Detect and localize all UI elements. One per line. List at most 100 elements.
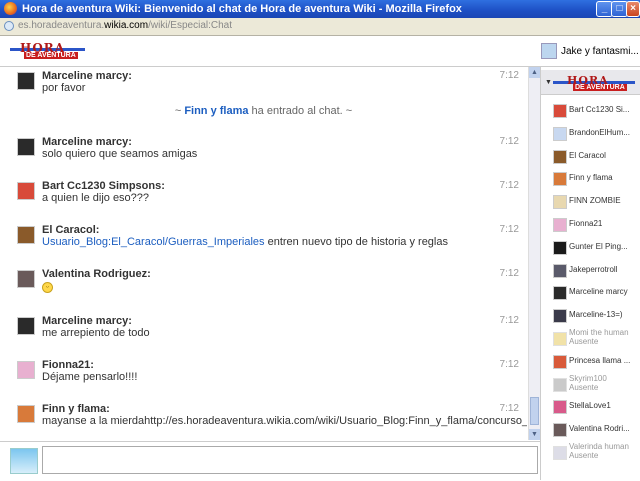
user-name: Valentina Rodri... bbox=[569, 424, 630, 434]
user-avatar[interactable] bbox=[17, 182, 35, 200]
wiki-logo[interactable]: HORA DE AVENTURA bbox=[10, 41, 85, 61]
message-user[interactable]: Marceline marcy: bbox=[42, 136, 132, 148]
blog-link[interactable]: Usuario_Blog:El_Caracol/Guerras_Imperial… bbox=[42, 236, 265, 248]
message-text: mayanse a la mierdahttp://es.horadeavent… bbox=[42, 415, 527, 427]
user-list-header[interactable]: ▼ HORA DE AVENTURA bbox=[541, 70, 640, 95]
my-avatar bbox=[10, 448, 38, 474]
globe-icon bbox=[4, 21, 14, 31]
chat-scrollbar[interactable]: ▲ ▼ bbox=[528, 67, 540, 440]
user-avatar[interactable] bbox=[17, 317, 35, 335]
user-avatar bbox=[553, 446, 567, 460]
message-text: por favor bbox=[42, 82, 86, 94]
user-name: Marceline-13=) bbox=[569, 310, 623, 320]
user-name: El Caracol bbox=[569, 150, 606, 160]
message-time: 7:12 bbox=[499, 403, 519, 414]
room-avatar bbox=[541, 43, 557, 59]
user-status: Ausente bbox=[569, 337, 599, 346]
message-user[interactable]: Bart Cc1230 Simpsons: bbox=[42, 180, 165, 192]
chat-message: Marceline marcy: me arrepiento de todo 7… bbox=[0, 312, 527, 352]
user-status: Ausente bbox=[569, 451, 599, 460]
user-name: StellaLove1 bbox=[569, 401, 611, 411]
smiley-face-icon: ᵕ bbox=[42, 282, 53, 293]
chat-message: Bart Cc1230 Simpsons: a quien le dijo es… bbox=[0, 177, 527, 217]
message-time: 7:12 bbox=[499, 268, 519, 279]
url-bar[interactable]: es.horadeaventura.wikia.com/wiki/Especia… bbox=[0, 18, 640, 36]
user-avatar[interactable] bbox=[17, 138, 35, 156]
url-text[interactable]: es.horadeaventura.wikia.com/wiki/Especia… bbox=[18, 20, 232, 31]
user-avatar bbox=[553, 126, 567, 141]
user-avatar bbox=[553, 354, 567, 369]
room-name: Jake y fantasmi... bbox=[561, 46, 639, 57]
message-user[interactable]: Finn y flama: bbox=[42, 403, 110, 415]
logo-line2: DE AVENTURA bbox=[24, 52, 78, 59]
user-avatar[interactable] bbox=[17, 361, 35, 379]
user-avatar[interactable] bbox=[17, 226, 35, 244]
user-list-item[interactable]: Marceline-13=) bbox=[541, 305, 640, 327]
collapse-arrow-icon[interactable]: ▼ bbox=[545, 79, 552, 86]
message-time: 7:12 bbox=[499, 180, 519, 191]
user-name: Jakeperrotroll bbox=[569, 264, 618, 274]
message-user[interactable]: Fionna21: bbox=[42, 359, 94, 371]
user-list-item[interactable]: Fionna21 bbox=[541, 214, 640, 236]
user-avatar bbox=[553, 286, 567, 301]
user-name: Bart Cc1230 Si... bbox=[569, 105, 630, 114]
user-list-item[interactable]: Skyrim100 Ausente bbox=[541, 374, 640, 396]
message-user[interactable]: Marceline marcy: bbox=[42, 70, 132, 82]
user-list-item[interactable]: Finn y flama bbox=[541, 168, 640, 190]
user-name: Valerinda human bbox=[569, 442, 629, 451]
message-text: me arrepiento de todo bbox=[42, 327, 150, 339]
message-text: a quien le dijo eso??? bbox=[42, 192, 150, 204]
message-input[interactable] bbox=[42, 446, 538, 474]
scroll-up-icon[interactable]: ▲ bbox=[529, 67, 540, 78]
url-domain: wikia.com bbox=[104, 20, 149, 31]
user-avatar[interactable] bbox=[17, 405, 35, 423]
user-name: Princesa llama ... bbox=[569, 355, 631, 365]
user-avatar bbox=[553, 377, 567, 392]
user-list-item[interactable]: Gunter El Ping... bbox=[541, 237, 640, 259]
user-avatar bbox=[553, 332, 567, 346]
chat-message: Fionna21: Déjame pensarlo!!!! 7:12 bbox=[0, 356, 527, 396]
user-list-item[interactable]: Marceline marcy bbox=[541, 282, 640, 304]
chat-message: Finn y flama: mayanse a la mierdahttp://… bbox=[0, 400, 527, 440]
user-name: Marceline marcy bbox=[569, 287, 628, 297]
user-list-item[interactable]: Bart Cc1230 Si... bbox=[541, 100, 640, 122]
user-name: Momi the human bbox=[569, 328, 629, 337]
logo-line2: DE AVENTURA bbox=[573, 84, 627, 91]
user-name: Fionna21 bbox=[569, 219, 603, 228]
message-text-rest: entren nuevo tipo de historia y reglas bbox=[264, 236, 448, 248]
user-list: ▼ HORA DE AVENTURA Bart Cc1230 Si... Bran… bbox=[540, 67, 640, 480]
user-avatar[interactable] bbox=[17, 72, 35, 90]
user-list-item[interactable]: BrandonElHum... bbox=[541, 123, 640, 145]
chat-header: HORA DE AVENTURA Jake y fantasmi... bbox=[0, 36, 640, 67]
message-user[interactable]: Valentina Rodriguez: bbox=[42, 268, 151, 280]
user-list-item[interactable]: El Caracol bbox=[541, 146, 640, 168]
user-list-item[interactable]: Princesa llama ... bbox=[541, 351, 640, 373]
user-list-item[interactable]: Momi the human Ausente bbox=[541, 328, 640, 350]
user-name: Finn y flama bbox=[569, 173, 613, 183]
message-text: solo quiero que seamos amigas bbox=[42, 148, 198, 160]
message-user[interactable]: El Caracol: bbox=[42, 224, 99, 236]
user-avatar bbox=[553, 240, 567, 255]
message-input-bar bbox=[0, 441, 540, 481]
join-notice: ~ Finn y flama ha entrado al chat. ~ bbox=[0, 105, 527, 117]
message-time: 7:12 bbox=[499, 359, 519, 370]
message-user[interactable]: Marceline marcy: bbox=[42, 315, 132, 327]
message-text: Usuario_Blog:El_Caracol/Guerras_Imperial… bbox=[42, 236, 448, 248]
user-avatar[interactable] bbox=[17, 270, 35, 288]
user-list-item[interactable]: Valerinda human Ausente bbox=[541, 442, 640, 464]
user-list-item[interactable]: FINN ZOMBIE bbox=[541, 191, 640, 213]
message-time: 7:12 bbox=[499, 70, 519, 81]
user-list-item[interactable]: Valentina Rodri... bbox=[541, 419, 640, 441]
close-button[interactable]: × bbox=[626, 1, 640, 17]
scroll-thumb[interactable] bbox=[530, 397, 539, 425]
user-list-item[interactable]: StellaLove1 bbox=[541, 396, 640, 418]
user-list-item[interactable]: Jakeperrotroll bbox=[541, 260, 640, 282]
url-prefix: es.horadeaventura. bbox=[18, 20, 105, 31]
message-time: 7:12 bbox=[499, 224, 519, 235]
notice-user[interactable]: Finn y flama bbox=[184, 105, 248, 117]
user-avatar bbox=[553, 218, 567, 232]
message-time: 7:12 bbox=[499, 315, 519, 326]
scroll-down-icon[interactable]: ▼ bbox=[529, 429, 540, 440]
user-avatar bbox=[553, 423, 567, 438]
message-text: ᵕ bbox=[42, 280, 53, 293]
